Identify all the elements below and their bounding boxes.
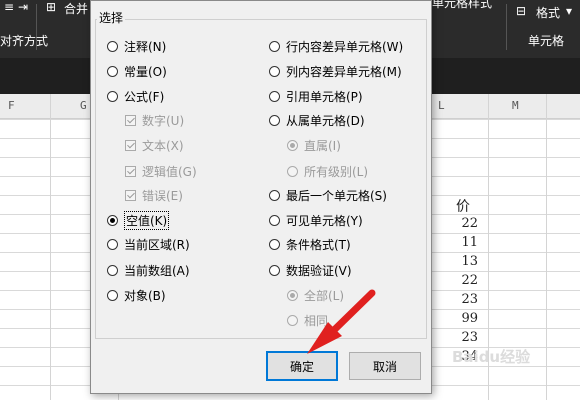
annotation-arrow-icon	[307, 289, 376, 354]
